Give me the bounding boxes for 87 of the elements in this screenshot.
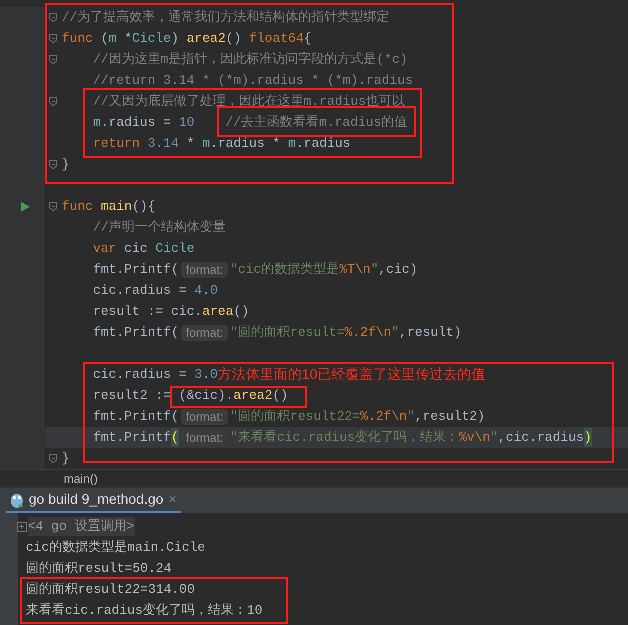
fold-icon[interactable] <box>49 160 58 170</box>
code-token: " <box>392 324 400 342</box>
fold-icon[interactable] <box>49 34 58 44</box>
parameter-hint: format: <box>181 324 228 340</box>
fold-icon[interactable] <box>49 202 58 212</box>
code-token: } <box>62 450 70 468</box>
code-token: (){ <box>132 198 156 216</box>
code-token: m <box>202 134 210 153</box>
code-token: fmt.Printf( <box>92 260 180 279</box>
code-token: ,result2) <box>415 408 486 426</box>
code-token: ,result) <box>399 324 462 342</box>
code-token: " <box>370 260 379 279</box>
code-token: area2 <box>234 386 273 405</box>
code-comment: //去主函数看看m.radius的值 <box>226 114 408 130</box>
console-output: 圆的面积result22=314.00 <box>26 580 196 599</box>
code-token: .radius = <box>101 114 172 132</box>
annotation-text: 方法体里面的10已经覆盖了这里传过去的值 <box>218 365 486 384</box>
code-comment: //return 3.14 * (*m).radius * (*m).radius <box>92 72 414 90</box>
code-token: "来看看cic.radius变化了吗，结果： <box>230 428 460 447</box>
console-output: 来看看cic.radius变化了吗，结果：10 <box>26 602 263 620</box>
code-token: float64 <box>249 30 304 48</box>
code-token: fmt.Printf( <box>92 408 180 426</box>
code-token: ( <box>101 30 109 48</box>
code-token: () <box>272 386 288 405</box>
code-token: 4.0 <box>194 282 218 300</box>
code-token: ) <box>584 428 592 448</box>
code-token: ( <box>171 428 180 448</box>
breadcrumb[interactable]: main() <box>64 470 98 488</box>
code-token: " <box>490 428 498 447</box>
code-token: cic.radius = <box>92 282 188 300</box>
code-token: 10 <box>179 114 195 132</box>
code-token: (&cic). <box>179 386 234 405</box>
code-comment: //因为这里m是指针，因此标准访问字段的方式是(*c) <box>92 50 408 69</box>
code-token: 3.0 <box>194 366 218 384</box>
code-token: return <box>92 134 142 153</box>
code-token: fmt.Printf <box>92 428 172 447</box>
code-token: %T\n <box>340 260 371 279</box>
code-token: "cic的数据类型是 <box>230 260 340 279</box>
parameter-hint: format: <box>181 408 228 424</box>
code-token: ,cic) <box>378 260 418 279</box>
code-token: m <box>288 134 296 153</box>
code-token: area <box>202 302 234 321</box>
code-token: "圆的面积result22= <box>230 408 360 426</box>
parameter-hint: format: <box>181 262 228 278</box>
fold-icon[interactable] <box>49 54 58 64</box>
code-token: cic.radius = <box>92 366 188 384</box>
console-output: cic的数据类型是main.Cicle <box>26 538 206 557</box>
code-token: func <box>62 198 94 216</box>
code-token: %v\n <box>459 428 490 447</box>
code-token: .radius <box>296 134 351 153</box>
code-token: main <box>101 198 132 216</box>
code-comment: //声明一个结构体变量 <box>92 218 226 237</box>
fold-icon[interactable] <box>49 96 58 106</box>
code-token: () <box>226 30 242 48</box>
code-token: ) <box>171 30 180 48</box>
code-token: m <box>92 114 102 132</box>
code-comment: //为了提高效率，通常我们方法和结构体的指针类型绑定 <box>62 8 390 27</box>
code-token: " <box>407 408 416 426</box>
console-output: 圆的面积result=50.24 <box>26 560 172 578</box>
code-token: var <box>92 240 118 258</box>
code-token: * <box>123 30 132 48</box>
code-token: () <box>234 302 250 321</box>
run-icon[interactable] <box>21 202 30 212</box>
tab-label: go build 9_method.go <box>29 490 164 509</box>
code-token: { <box>304 30 312 48</box>
code-token: Cicle <box>156 240 195 258</box>
code-token: "圆的面积result= <box>230 324 345 342</box>
code-token: m <box>108 30 117 48</box>
code-token: %.2f\n <box>360 408 408 426</box>
fold-icon[interactable] <box>49 454 58 464</box>
code-token: ,cic.radius <box>498 428 584 447</box>
code-token: cic <box>124 240 149 258</box>
folded-output[interactable]: <4 go 设置调用> <box>28 516 135 536</box>
code-token: Cicle <box>132 30 172 48</box>
code-token: %.2f\n <box>344 324 392 342</box>
code-token: result := cic. <box>92 302 202 321</box>
code-token: 3.14 <box>148 134 180 153</box>
gopher-icon <box>10 492 24 508</box>
code-token: } <box>62 156 70 174</box>
code-token: fmt.Printf( <box>92 324 180 342</box>
parameter-hint: format: <box>181 430 228 446</box>
code-token: * <box>186 134 196 153</box>
expand-icon[interactable] <box>16 520 28 532</box>
code-token: func <box>62 30 94 48</box>
fold-icon[interactable] <box>49 12 58 22</box>
code-token: area2 <box>186 30 226 48</box>
code-token: .radius * <box>210 134 282 153</box>
